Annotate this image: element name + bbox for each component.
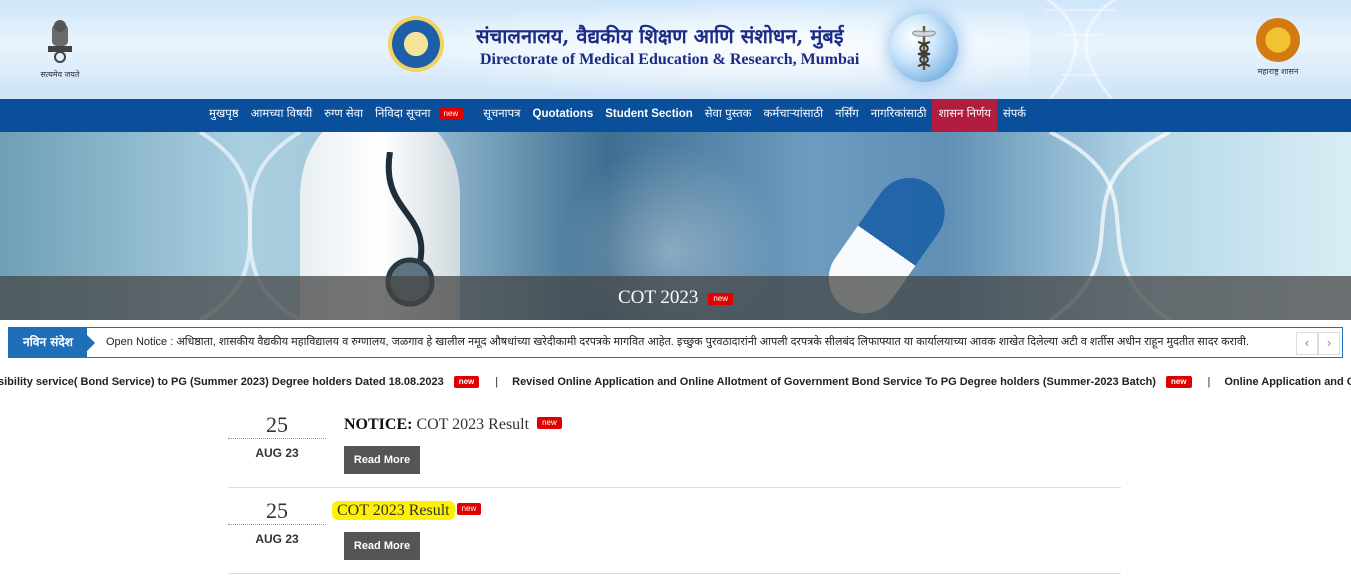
- marquee-link[interactable]: Revised Online Application and Online Al…: [512, 376, 1156, 388]
- caduceus-globe: [890, 14, 958, 82]
- banner-caption: COT 2023 new: [0, 276, 1351, 320]
- nav-item-student-section[interactable]: Student Section: [599, 99, 699, 132]
- date-divider: [228, 438, 326, 439]
- news-day: 25: [266, 498, 288, 523]
- nav-item-citizens[interactable]: नागरिकांसाठी: [865, 99, 933, 132]
- new-badge: new: [453, 376, 480, 389]
- news-title-text: COT 2023 Result: [416, 416, 530, 433]
- news-day: 25: [266, 412, 288, 437]
- ticker-text[interactable]: Open Notice : अधिष्ठाता, शासकीय वैद्यकीय…: [106, 328, 1249, 357]
- news-title[interactable]: COT 2023 Result new: [332, 501, 482, 520]
- nav-item-employees[interactable]: कर्मचाऱ्यांसाठी: [758, 99, 830, 132]
- ticker-prev-button[interactable]: ‹: [1296, 332, 1318, 355]
- nav-item-quotations[interactable]: Quotations: [527, 99, 600, 132]
- nav-item-home[interactable]: मुखपृष्ठ: [203, 99, 245, 132]
- news-ticker: नविन संदेश Open Notice : अधिष्ठाता, शासक…: [8, 327, 1343, 358]
- news-title-prefix: NOTICE:: [344, 416, 413, 433]
- announcement-marquee: sibility service( Bond Service) to PG (S…: [0, 375, 1351, 393]
- lion-capital-icon: [48, 20, 72, 63]
- ticker-label: नविन संदेश: [9, 328, 95, 357]
- news-item: 25 AUG 23 NOTICE: COT 2023 Result new Rea…: [228, 412, 1121, 482]
- news-divider: [228, 573, 1121, 574]
- site-header: सत्यमेव जयते संचालनालय, वैद्यकीय शिक्षण …: [0, 0, 1351, 99]
- news-month: AUG 23: [255, 446, 299, 460]
- news-title-text: COT 2023 Result: [332, 501, 455, 520]
- news-divider: [228, 487, 1121, 488]
- national-emblem-logo[interactable]: सत्यमेव जयते: [36, 18, 84, 80]
- maharashtra-emblem-logo[interactable]: महाराष्ट्र शासन: [1254, 18, 1302, 80]
- new-badge: new: [537, 417, 562, 430]
- read-more-button[interactable]: Read More: [344, 532, 420, 560]
- new-badge: new: [708, 292, 734, 305]
- nav-item-tenders[interactable]: निविदा सूचना new: [369, 99, 477, 132]
- new-badge: new: [456, 503, 482, 516]
- dmer-seal-logo[interactable]: [388, 16, 444, 72]
- emblem-caption: सत्यमेव जयते: [40, 70, 80, 79]
- main-navigation: मुखपृष्ठ आमच्या विषयी रुग्ण सेवा निविदा …: [0, 99, 1351, 132]
- marquee-separator: |: [495, 376, 499, 388]
- nav-list: मुखपृष्ठ आमच्या विषयी रुग्ण सेवा निविदा …: [203, 99, 1032, 132]
- site-title-english: Directorate of Medical Education & Resea…: [480, 51, 860, 68]
- banner-caption-text[interactable]: COT 2023: [618, 287, 698, 308]
- nav-item-label: निविदा सूचना: [375, 108, 431, 120]
- dna-decoration: [1045, 0, 1117, 99]
- new-badge: new: [1165, 376, 1192, 389]
- read-more-button[interactable]: Read More: [344, 446, 420, 474]
- emblem-caption: महाराष्ट्र शासन: [1257, 67, 1299, 76]
- date-divider: [228, 524, 326, 525]
- nav-item-patient-service[interactable]: रुग्ण सेवा: [318, 99, 369, 132]
- nav-item-government-resolutions[interactable]: शासन निर्णय: [932, 99, 997, 132]
- caduceus-icon: [912, 26, 936, 70]
- marquee-track: sibility service( Bond Service) to PG (S…: [0, 376, 1351, 389]
- new-badge: new: [438, 107, 464, 120]
- nav-item-contact[interactable]: संपर्क: [997, 99, 1032, 132]
- marquee-separator: |: [1207, 376, 1211, 388]
- marquee-link[interactable]: sibility service( Bond Service) to PG (S…: [0, 376, 444, 388]
- site-title-marathi: संचालनालय, वैद्यकीय शिक्षण आणि संशोधन, म…: [476, 24, 844, 48]
- nav-item-notices[interactable]: सूचनापत्र: [477, 99, 526, 132]
- nav-item-nursing[interactable]: नर्सिंग: [829, 99, 865, 132]
- news-item: 25 AUG 23 COT 2023 Result new Read More: [228, 498, 1121, 568]
- maharashtra-seal-icon: [1256, 18, 1300, 62]
- nav-item-about[interactable]: आमच्या विषयी: [245, 99, 319, 132]
- news-month: AUG 23: [255, 532, 299, 546]
- news-title[interactable]: NOTICE: COT 2023 Result new: [344, 416, 562, 434]
- marquee-link[interactable]: Online Application and Online Allotm: [1224, 376, 1351, 388]
- ticker-next-button[interactable]: ›: [1318, 332, 1340, 355]
- hero-banner: COT 2023 new: [0, 132, 1351, 320]
- nav-item-service-book[interactable]: सेवा पुस्तक: [699, 99, 758, 132]
